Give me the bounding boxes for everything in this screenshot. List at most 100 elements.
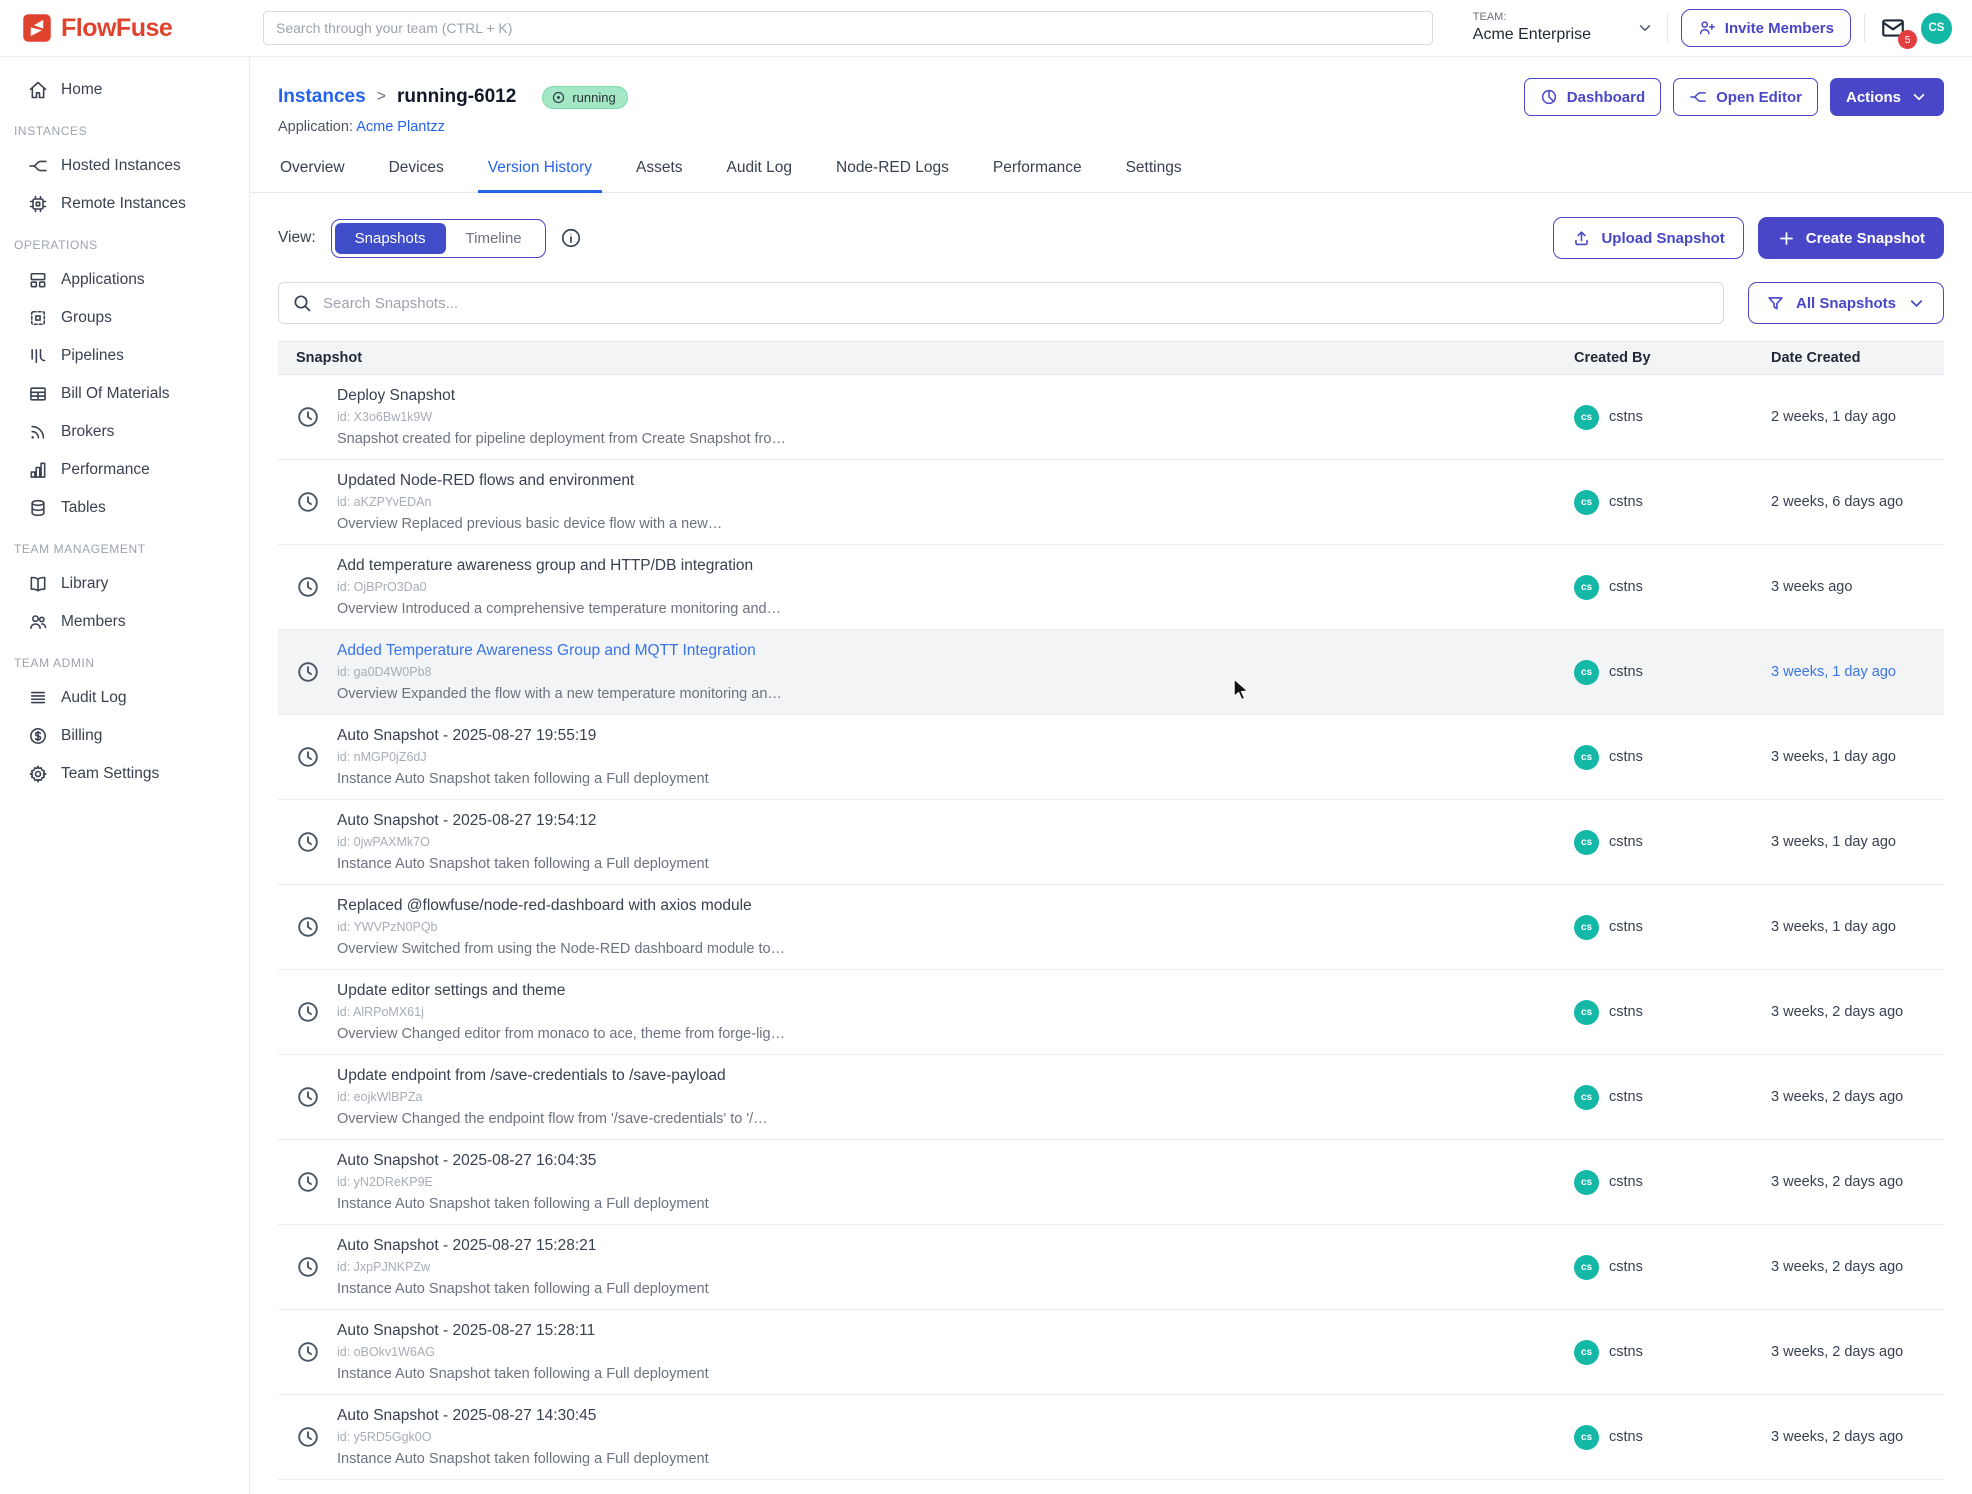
dashboard-label: Dashboard: [1567, 89, 1645, 106]
sidebar-item-members[interactable]: Members: [0, 603, 249, 641]
team-selector[interactable]: TEAM: Acme Enterprise: [1473, 11, 1623, 45]
user-name: cstns: [1609, 919, 1643, 935]
snapshot-row[interactable]: Update editor settings and theme id: AlR…: [278, 970, 1944, 1055]
breadcrumb-instances-link[interactable]: Instances: [278, 86, 366, 108]
sidebar-item-bill-of-materials[interactable]: Bill Of Materials: [0, 375, 249, 413]
snapshot-date: 3 weeks, 2 days ago: [1771, 1174, 1944, 1190]
snapshot-title[interactable]: Auto Snapshot - 2025-08-27 15:28:21: [337, 1236, 709, 1256]
sidebar-item-applications[interactable]: Applications: [0, 261, 249, 299]
snapshot-row[interactable]: Auto Snapshot - 2025-08-27 19:55:19 id: …: [278, 715, 1944, 800]
tab-audit-log[interactable]: Audit Log: [725, 155, 795, 192]
snapshot-cell: Auto Snapshot - 2025-08-27 15:28:11 id: …: [278, 1321, 1574, 1384]
snapshot-title[interactable]: Update editor settings and theme: [337, 981, 785, 1001]
global-search-input[interactable]: [276, 20, 1420, 36]
sidebar-item-tables[interactable]: Tables: [0, 489, 249, 527]
toggle-snapshots[interactable]: Snapshots: [335, 223, 446, 254]
node-editor-icon: [1689, 88, 1707, 106]
sidebar-item-remote-instances[interactable]: Remote Instances: [0, 185, 249, 223]
snapshot-row[interactable]: Added Temperature Awareness Group and MQ…: [278, 630, 1944, 715]
snapshot-created-by: cs cstns: [1574, 1085, 1771, 1110]
clock-icon: [296, 830, 320, 854]
user-name: cstns: [1609, 1344, 1643, 1360]
breadcrumb: Instances > running-6012 running Dashboa…: [278, 79, 1944, 115]
snapshot-title[interactable]: Deploy Snapshot: [337, 386, 786, 406]
upload-snapshot-label: Upload Snapshot: [1601, 230, 1724, 247]
snapshot-row[interactable]: Auto Snapshot - 2025-08-27 15:28:11 id: …: [278, 1310, 1944, 1395]
tab-node-red-logs[interactable]: Node-RED Logs: [834, 155, 951, 192]
brand[interactable]: FlowFuse: [0, 13, 250, 43]
tab-devices[interactable]: Devices: [387, 155, 446, 192]
snapshot-id: id: ga0D4W0Pb8: [337, 664, 782, 681]
sidebar-item-label: Groups: [61, 309, 112, 327]
clock-icon: [296, 660, 320, 684]
topbar: FlowFuse TEAM: Acme Enterprise Invite Me…: [0, 0, 1972, 57]
sidebar-item-audit-log[interactable]: Audit Log: [0, 679, 249, 717]
sidebar-item-home[interactable]: Home: [0, 71, 249, 109]
upload-snapshot-button[interactable]: Upload Snapshot: [1553, 217, 1743, 259]
snapshot-id: id: OjBPrO3Da0: [337, 579, 781, 596]
create-snapshot-button[interactable]: Create Snapshot: [1758, 217, 1944, 259]
team-settings-icon: [28, 764, 48, 784]
snapshot-filter-dropdown[interactable]: All Snapshots: [1748, 282, 1944, 324]
tab-assets[interactable]: Assets: [634, 155, 685, 192]
snapshot-title[interactable]: Auto Snapshot - 2025-08-27 15:28:11: [337, 1321, 709, 1341]
snapshot-title[interactable]: Auto Snapshot - 2025-08-27 19:55:19: [337, 726, 709, 746]
clock-icon: [296, 915, 320, 939]
snapshot-row[interactable]: Replaced @flowfuse/node-red-dashboard wi…: [278, 885, 1944, 970]
snapshot-title[interactable]: Update endpoint from /save-credentials t…: [337, 1066, 768, 1086]
main-content: Instances > running-6012 running Dashboa…: [250, 57, 1972, 1494]
sidebar-item-team-settings[interactable]: Team Settings: [0, 755, 249, 793]
snapshot-row[interactable]: Auto Snapshot - 2025-08-27 15:28:21 id: …: [278, 1225, 1944, 1310]
brokers-icon: [28, 422, 48, 442]
search-row: All Snapshots: [278, 282, 1944, 324]
snapshot-title[interactable]: Updated Node-RED flows and environment: [337, 471, 722, 491]
open-editor-button[interactable]: Open Editor: [1673, 78, 1818, 116]
snapshot-title[interactable]: Auto Snapshot - 2025-08-27 14:30:45: [337, 1406, 709, 1426]
snapshot-created-by: cs cstns: [1574, 1425, 1771, 1450]
snapshot-row[interactable]: Updated Node-RED flows and environment i…: [278, 460, 1944, 545]
snapshot-table-header: Snapshot Created By Date Created: [278, 341, 1944, 375]
snapshot-row[interactable]: Deploy Snapshot id: X3o6Bw1k9W Snapshot …: [278, 375, 1944, 460]
user-avatar: cs: [1574, 660, 1599, 685]
sidebar-item-groups[interactable]: Groups: [0, 299, 249, 337]
user-avatar: cs: [1574, 490, 1599, 515]
user-avatar: cs: [1574, 1340, 1599, 1365]
application-link[interactable]: Acme Plantzz: [356, 119, 445, 135]
snapshot-date: 3 weeks, 2 days ago: [1771, 1089, 1944, 1105]
chevron-down-icon[interactable]: [1636, 19, 1654, 37]
user-avatar: cs: [1574, 1085, 1599, 1110]
actions-button[interactable]: Actions: [1830, 78, 1944, 116]
snapshot-title[interactable]: Replaced @flowfuse/node-red-dashboard wi…: [337, 896, 785, 916]
clock-icon: [296, 1255, 320, 1279]
tab-settings[interactable]: Settings: [1124, 155, 1184, 192]
sidebar-item-label: Hosted Instances: [61, 157, 181, 175]
snapshot-row[interactable]: Update endpoint from /save-credentials t…: [278, 1055, 1944, 1140]
snapshot-title[interactable]: Auto Snapshot - 2025-08-27 16:04:35: [337, 1151, 709, 1171]
snapshot-row[interactable]: Add HTTP endpoint for saving credentials…: [278, 1480, 1944, 1494]
snapshot-title[interactable]: Add temperature awareness group and HTTP…: [337, 556, 781, 576]
sidebar-item-performance[interactable]: Performance: [0, 451, 249, 489]
snapshot-created-by: cs cstns: [1574, 1340, 1771, 1365]
snapshot-row[interactable]: Auto Snapshot - 2025-08-27 16:04:35 id: …: [278, 1140, 1944, 1225]
snapshot-title[interactable]: Added Temperature Awareness Group and MQ…: [337, 641, 782, 661]
tab-version-history[interactable]: Version History: [486, 155, 594, 192]
sidebar-item-pipelines[interactable]: Pipelines: [0, 337, 249, 375]
snapshot-row[interactable]: Auto Snapshot - 2025-08-27 19:54:12 id: …: [278, 800, 1944, 885]
toggle-timeline[interactable]: Timeline: [446, 223, 542, 254]
tab-performance[interactable]: Performance: [991, 155, 1084, 192]
sidebar-item-brokers[interactable]: Brokers: [0, 413, 249, 451]
sidebar-item-library[interactable]: Library: [0, 565, 249, 603]
tab-overview[interactable]: Overview: [278, 155, 347, 192]
snapshot-row[interactable]: Auto Snapshot - 2025-08-27 14:30:45 id: …: [278, 1395, 1944, 1480]
invite-members-button[interactable]: Invite Members: [1681, 9, 1851, 47]
dashboard-button[interactable]: Dashboard: [1524, 78, 1661, 116]
snapshot-search-input[interactable]: [323, 295, 1710, 312]
sidebar-item-hosted-instances[interactable]: Hosted Instances: [0, 147, 249, 185]
user-avatar[interactable]: CS: [1921, 13, 1952, 44]
snapshot-row[interactable]: Add temperature awareness group and HTTP…: [278, 545, 1944, 630]
snapshot-description: Instance Auto Snapshot taken following a…: [337, 770, 709, 789]
snapshot-title[interactable]: Auto Snapshot - 2025-08-27 19:54:12: [337, 811, 709, 831]
notifications-button[interactable]: 5: [1878, 15, 1908, 41]
info-icon[interactable]: [560, 227, 582, 249]
sidebar-item-billing[interactable]: Billing: [0, 717, 249, 755]
